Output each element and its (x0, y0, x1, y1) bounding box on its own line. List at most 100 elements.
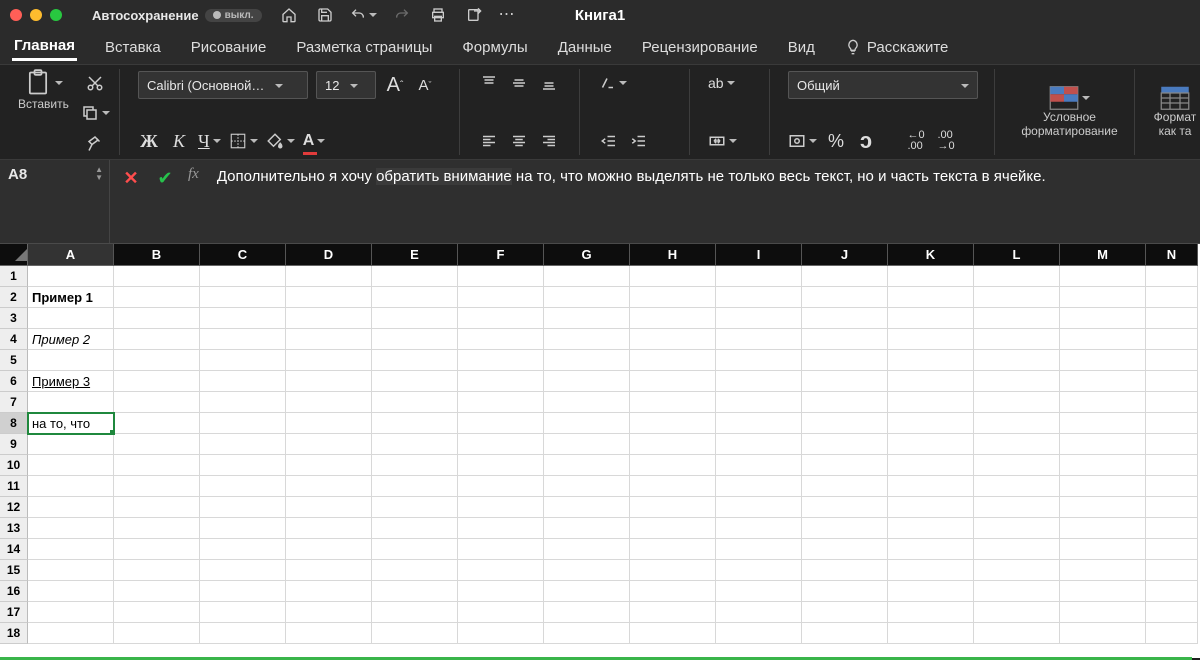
cell[interactable] (200, 581, 286, 602)
column-header[interactable]: J (802, 244, 888, 266)
decrease-indent-button[interactable] (598, 129, 620, 153)
cell[interactable] (372, 287, 458, 308)
cell[interactable] (630, 392, 716, 413)
cell[interactable] (630, 602, 716, 623)
column-header[interactable]: B (114, 244, 200, 266)
cell[interactable] (630, 308, 716, 329)
cell[interactable] (544, 350, 630, 371)
cell[interactable] (286, 287, 372, 308)
cell[interactable] (1060, 602, 1146, 623)
cell[interactable] (286, 392, 372, 413)
cell[interactable] (1060, 518, 1146, 539)
font-color-button[interactable]: А (303, 129, 326, 153)
column-header[interactable]: M (1060, 244, 1146, 266)
cell[interactable] (114, 350, 200, 371)
cell[interactable] (372, 371, 458, 392)
grow-font-button[interactable]: Aˆ (384, 73, 406, 97)
cell[interactable] (544, 371, 630, 392)
cell[interactable] (544, 287, 630, 308)
cell[interactable] (200, 602, 286, 623)
cell[interactable] (372, 329, 458, 350)
cell[interactable] (1060, 266, 1146, 287)
tab-draw[interactable]: Рисование (189, 35, 269, 60)
cell[interactable] (114, 455, 200, 476)
cell[interactable] (1146, 497, 1198, 518)
cell[interactable] (888, 581, 974, 602)
cell[interactable] (372, 497, 458, 518)
namebox-spinner-icon[interactable]: ▲▼ (95, 166, 103, 182)
row-header[interactable]: 4 (0, 329, 28, 350)
cell[interactable] (28, 350, 114, 371)
column-header[interactable]: D (286, 244, 372, 266)
cell[interactable]: на то, что (28, 413, 114, 434)
cell[interactable] (1060, 371, 1146, 392)
cell[interactable] (114, 308, 200, 329)
cell[interactable] (200, 434, 286, 455)
cell[interactable] (1060, 623, 1146, 644)
cell[interactable] (716, 329, 802, 350)
orientation-button[interactable] (598, 71, 627, 95)
cell[interactable] (1146, 266, 1198, 287)
cell[interactable] (888, 434, 974, 455)
cell[interactable] (1146, 539, 1198, 560)
cell[interactable] (544, 476, 630, 497)
cell[interactable] (1146, 455, 1198, 476)
cell[interactable] (114, 518, 200, 539)
tab-review[interactable]: Рецензирование (640, 35, 760, 60)
cell[interactable] (974, 413, 1060, 434)
number-format-combo[interactable]: Общий (788, 71, 978, 99)
cell[interactable] (544, 602, 630, 623)
tab-data[interactable]: Данные (556, 35, 614, 60)
cell[interactable] (716, 350, 802, 371)
cell[interactable] (802, 623, 888, 644)
cell[interactable] (974, 392, 1060, 413)
cell[interactable] (974, 266, 1060, 287)
save-icon[interactable] (314, 3, 336, 27)
cell[interactable] (286, 581, 372, 602)
cell[interactable] (802, 497, 888, 518)
print-icon[interactable] (427, 3, 449, 27)
cell[interactable] (630, 581, 716, 602)
cell[interactable] (28, 434, 114, 455)
tab-formulas[interactable]: Формулы (460, 35, 529, 60)
cell[interactable] (802, 371, 888, 392)
cell[interactable] (716, 497, 802, 518)
column-header[interactable]: F (458, 244, 544, 266)
row-header[interactable]: 17 (0, 602, 28, 623)
cell[interactable] (888, 350, 974, 371)
cell[interactable] (802, 581, 888, 602)
cell[interactable] (372, 623, 458, 644)
cell[interactable] (1146, 518, 1198, 539)
window-zoom-icon[interactable] (50, 9, 62, 21)
underline-button[interactable]: Ч (198, 129, 221, 153)
cell[interactable] (716, 560, 802, 581)
cell[interactable] (458, 581, 544, 602)
tell-me[interactable]: Расскажите (843, 35, 951, 60)
increase-indent-button[interactable] (628, 129, 650, 153)
cell[interactable] (888, 455, 974, 476)
percent-button[interactable]: % (825, 129, 847, 153)
cell[interactable] (114, 476, 200, 497)
format-painter-button[interactable] (81, 131, 110, 155)
cell[interactable] (28, 308, 114, 329)
column-header[interactable]: G (544, 244, 630, 266)
cell[interactable] (888, 539, 974, 560)
column-header[interactable]: K (888, 244, 974, 266)
cell[interactable] (716, 581, 802, 602)
cell[interactable] (28, 560, 114, 581)
cell[interactable] (28, 623, 114, 644)
cell[interactable] (372, 455, 458, 476)
row-header[interactable]: 15 (0, 560, 28, 581)
cell[interactable] (544, 497, 630, 518)
cell[interactable] (802, 476, 888, 497)
font-size-combo[interactable]: 12 (316, 71, 376, 99)
cell[interactable] (28, 455, 114, 476)
cell[interactable] (458, 539, 544, 560)
cell[interactable] (888, 518, 974, 539)
cell[interactable] (114, 623, 200, 644)
cell[interactable] (200, 413, 286, 434)
cell[interactable] (630, 266, 716, 287)
cell[interactable]: Пример 2 (28, 329, 114, 350)
cell[interactable] (974, 350, 1060, 371)
autosave-toggle[interactable]: выкл. (205, 9, 262, 22)
